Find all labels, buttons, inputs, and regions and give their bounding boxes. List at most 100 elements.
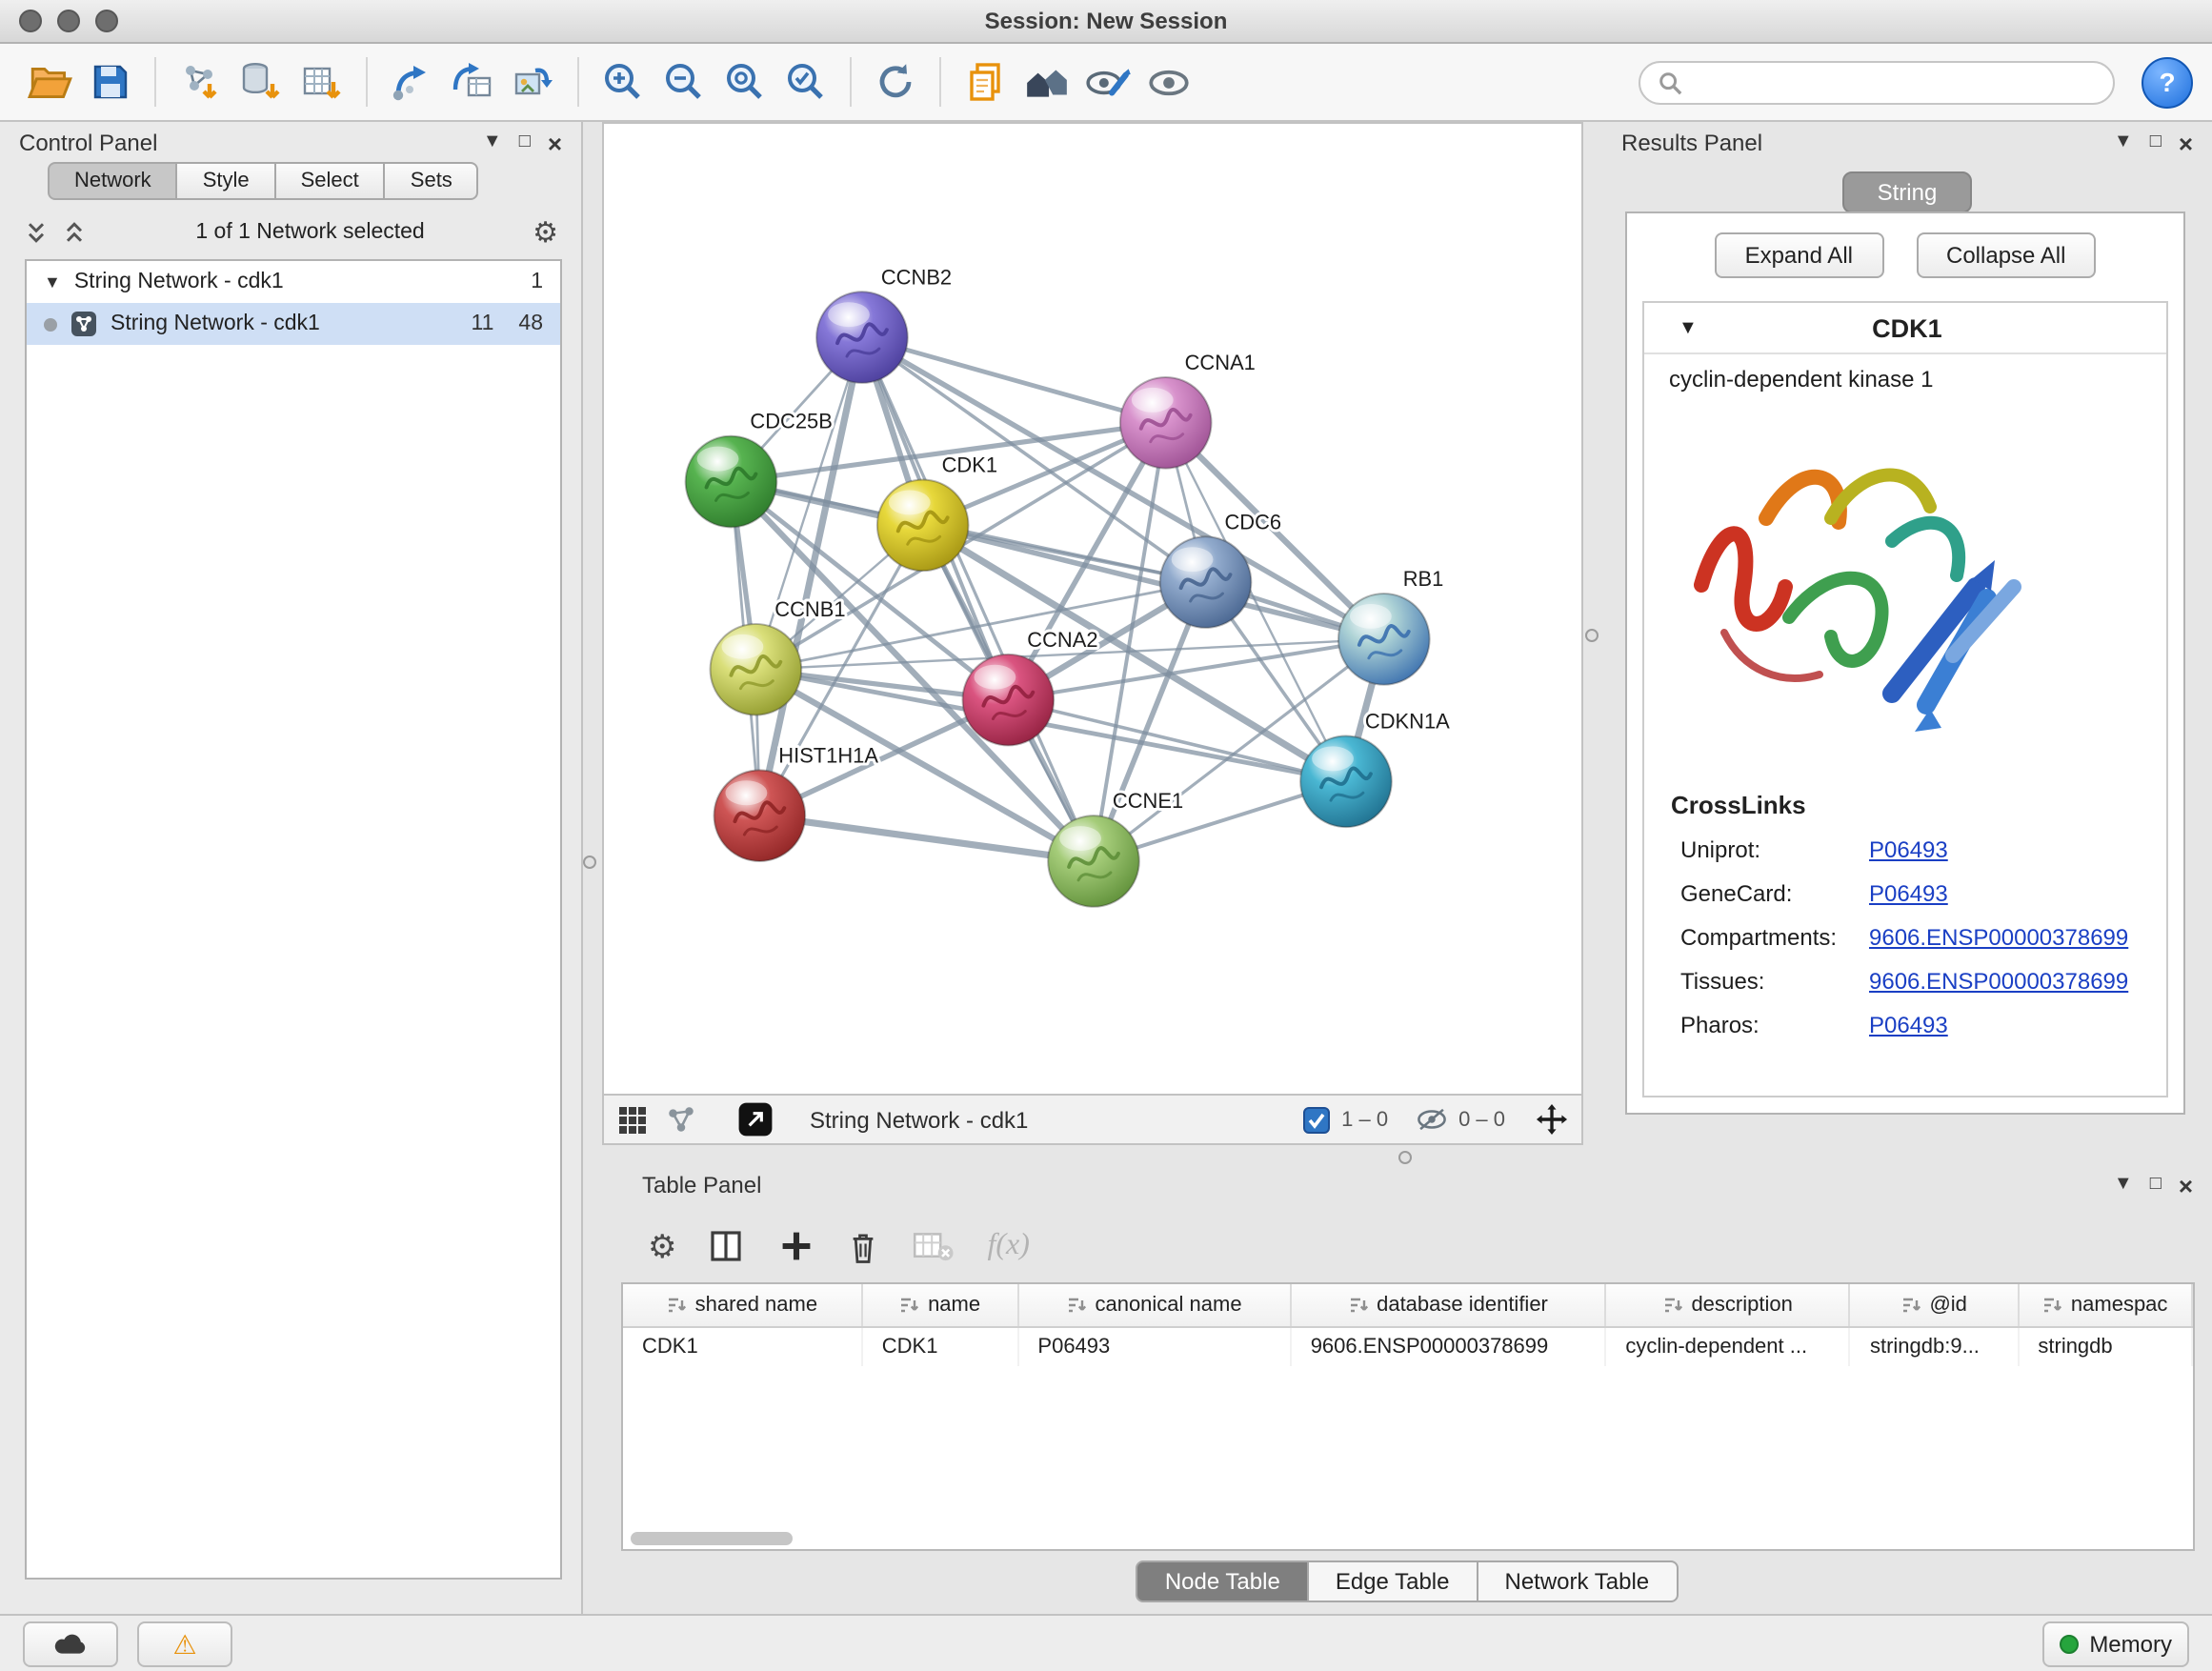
table-cell[interactable]: 9606.ENSP00000378699 [1291,1327,1606,1366]
import-network-button[interactable] [170,51,231,112]
column-header-namespac[interactable]: namespac [2018,1284,2192,1327]
import-database-button[interactable] [231,51,292,112]
panel-close-icon[interactable]: × [2179,1173,2193,1198]
delete-column-icon[interactable] [847,1228,881,1264]
tab-style[interactable]: Style [176,162,276,200]
panel-close-icon[interactable]: × [2179,131,2193,155]
tab-sets[interactable]: Sets [384,162,479,200]
birdseye-view-icon[interactable] [665,1103,697,1136]
import-table-button[interactable] [292,51,352,112]
new-network-button[interactable] [381,51,442,112]
cloud-icon [53,1631,88,1656]
splitter-handle[interactable] [1585,629,1599,642]
table-toolbar: ⚙ f(x) [648,1218,1030,1275]
expand-all-icon[interactable] [61,219,88,246]
network-collection-row[interactable]: ▼ String Network - cdk1 1 [27,261,560,303]
expand-all-button[interactable]: Expand All [1715,232,1883,278]
tab-network-table[interactable]: Network Table [1477,1560,1679,1602]
column-header-database-identifier[interactable]: database identifier [1291,1284,1606,1327]
clone-network-button[interactable] [442,51,503,112]
delete-table-icon[interactable] [914,1229,955,1263]
table-row[interactable]: CDK1CDK1P064939606.ENSP00000378699cyclin… [623,1327,2192,1366]
panel-menu-icon[interactable]: ▼ [2114,133,2133,152]
show-graphics-details-button[interactable] [1137,51,1198,112]
warnings-button[interactable]: ⚠ [137,1621,232,1666]
function-builder-button[interactable]: f(x) [988,1229,1030,1263]
collapse-all-icon[interactable] [23,219,50,246]
column-header-canonical-name[interactable]: canonical name [1017,1284,1290,1327]
zoom-selected-button[interactable] [775,51,836,112]
splitter-handle[interactable] [1398,1151,1412,1164]
network-graph[interactable]: CCNB2CCNA1CDC25BCDK1CDC6RB1CCNB1CCNA2CDK… [604,124,1581,1094]
network-canvas[interactable]: CCNB2CCNA1CDC25BCDK1CDC6RB1CCNB1CCNA2CDK… [602,122,1583,1096]
table-cell[interactable]: CDK1 [623,1327,862,1366]
network-row[interactable]: String Network - cdk1 11 48 [27,303,560,345]
selected-checkbox-icon[interactable] [1303,1106,1330,1133]
copy-document-button[interactable] [955,51,1016,112]
hidden-eye-icon[interactable] [1415,1105,1447,1134]
network-icon [70,311,97,337]
pan-tool-icon[interactable] [1536,1103,1568,1136]
search-box[interactable] [1639,60,2115,104]
tab-select[interactable]: Select [274,162,386,200]
hide-graphics-details-button[interactable] [1076,51,1137,112]
node-label-CCNA1: CCNA1 [1185,351,1256,374]
memory-button[interactable]: Memory [2041,1621,2189,1666]
network-edge-CCNB2-CCNA1[interactable] [862,337,1166,423]
collapse-all-button[interactable]: Collapse All [1916,232,2096,278]
crosslink-link[interactable]: 9606.ENSP00000378699 [1869,923,2128,950]
tab-network[interactable]: Network [48,162,178,200]
network-edge-CCNB2-CCNE1[interactable] [862,337,1094,861]
panel-float-icon[interactable]: □ [2150,1176,2162,1195]
clone-network-icon [450,59,495,105]
network-edge-CDK1-RB1[interactable] [923,525,1384,639]
splitter-handle[interactable] [583,856,596,869]
crosslinks-title: CrossLinks [1671,791,2166,819]
refresh-button[interactable] [865,51,926,112]
tab-edge-table[interactable]: Edge Table [1307,1560,1478,1602]
zoom-fit-button[interactable] [714,51,775,112]
cytoscape-window: Session: New Session [0,0,2212,1671]
table-cell[interactable]: P06493 [1017,1327,1290,1366]
table-cell[interactable]: stringdb:9... [1850,1327,2018,1366]
table-cell[interactable]: CDK1 [862,1327,1018,1366]
gear-icon[interactable]: ⚙ [533,218,558,247]
cloud-button[interactable] [23,1621,118,1666]
new-view-button[interactable] [503,51,564,112]
panel-close-icon[interactable]: × [548,131,562,155]
panel-menu-icon[interactable]: ▼ [483,133,502,152]
column-header-description[interactable]: description [1605,1284,1850,1327]
save-session-button[interactable] [80,51,141,112]
help-button[interactable]: ? [2142,56,2193,108]
gear-icon[interactable]: ⚙ [648,1230,677,1262]
column-header-shared-name[interactable]: shared name [623,1284,862,1327]
gene-section-header[interactable]: ▼ CDK1 [1644,303,2166,354]
tree-expander-icon[interactable]: ▼ [44,272,61,292]
crosslink-link[interactable]: 9606.ENSP00000378699 [1869,967,2128,994]
horizontal-scrollbar[interactable] [631,1532,793,1545]
open-session-button[interactable] [19,51,80,112]
crosslink-link[interactable]: P06493 [1869,836,1948,862]
table-cell[interactable]: cyclin-dependent ... [1605,1327,1850,1366]
zoom-in-button[interactable] [593,51,654,112]
panel-menu-icon[interactable]: ▼ [2114,1176,2133,1195]
network-selected-summary: 1 of 1 Network selected [99,221,521,244]
crosslink-link[interactable]: P06493 [1869,1011,1948,1037]
home-button[interactable] [1016,51,1076,112]
section-caret-icon[interactable]: ▼ [1679,317,1698,338]
grid-mode-icon[interactable] [617,1104,648,1135]
network-edge-HIST1H1A-CCNE1[interactable] [759,815,1094,861]
renderer-switch-icon[interactable] [737,1101,774,1137]
panel-float-icon[interactable]: □ [2150,133,2162,152]
add-column-icon[interactable] [780,1229,814,1263]
tab-string[interactable]: String [1843,171,1972,213]
search-input[interactable] [1694,69,2096,95]
zoom-out-button[interactable] [654,51,714,112]
table-cell[interactable]: stringdb [2018,1327,2192,1366]
tab-node-table[interactable]: Node Table [1136,1560,1309,1602]
panel-float-icon[interactable]: □ [519,133,531,152]
crosslink-link[interactable]: P06493 [1869,879,1948,906]
column-header--id[interactable]: @id [1850,1284,2018,1327]
column-header-name[interactable]: name [862,1284,1018,1327]
show-columns-icon[interactable] [710,1227,748,1265]
